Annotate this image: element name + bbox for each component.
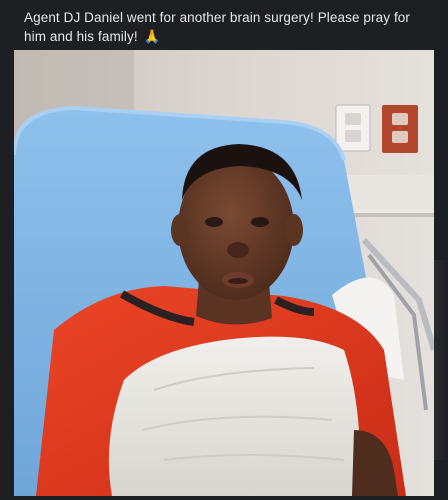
post-video[interactable] [14, 50, 434, 496]
praying-hands-icon: 🙏 [143, 29, 161, 44]
scroll-edge [434, 260, 448, 460]
wall-outlet-red [382, 105, 418, 153]
social-post: Agent DJ Daniel went for another brain s… [0, 0, 448, 500]
caption-text: Agent DJ Daniel went for another brain s… [24, 10, 410, 44]
post-caption: Agent DJ Daniel went for another brain s… [24, 8, 432, 46]
video-frame-image [14, 50, 434, 496]
wall-outlet-white [335, 104, 371, 152]
